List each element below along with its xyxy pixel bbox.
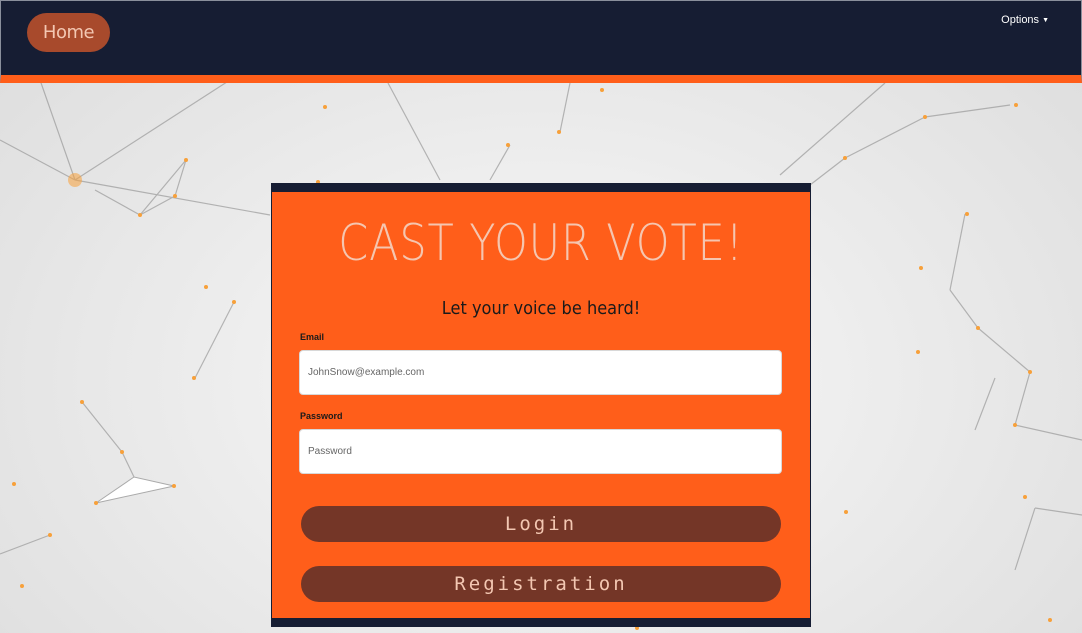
email-label: Email bbox=[300, 332, 325, 342]
home-button[interactable]: Home bbox=[27, 13, 110, 52]
page-title: CAST YOUR VOTE! bbox=[338, 214, 744, 272]
page-subtitle: Let your voice be heard! bbox=[441, 298, 641, 319]
email-field[interactable] bbox=[299, 350, 782, 395]
registration-button[interactable]: Registration bbox=[301, 566, 781, 602]
options-label: Options bbox=[1001, 14, 1040, 26]
password-field[interactable] bbox=[299, 429, 782, 474]
login-card: CAST YOUR VOTE! Let your voice be heard!… bbox=[271, 183, 811, 627]
password-label: Password bbox=[300, 411, 343, 421]
login-button[interactable]: Login bbox=[301, 506, 781, 542]
top-navbar: Home Options ▼ bbox=[0, 0, 1082, 83]
caret-down-icon: ▼ bbox=[1042, 16, 1049, 24]
options-dropdown[interactable]: Options ▼ bbox=[1001, 14, 1049, 26]
